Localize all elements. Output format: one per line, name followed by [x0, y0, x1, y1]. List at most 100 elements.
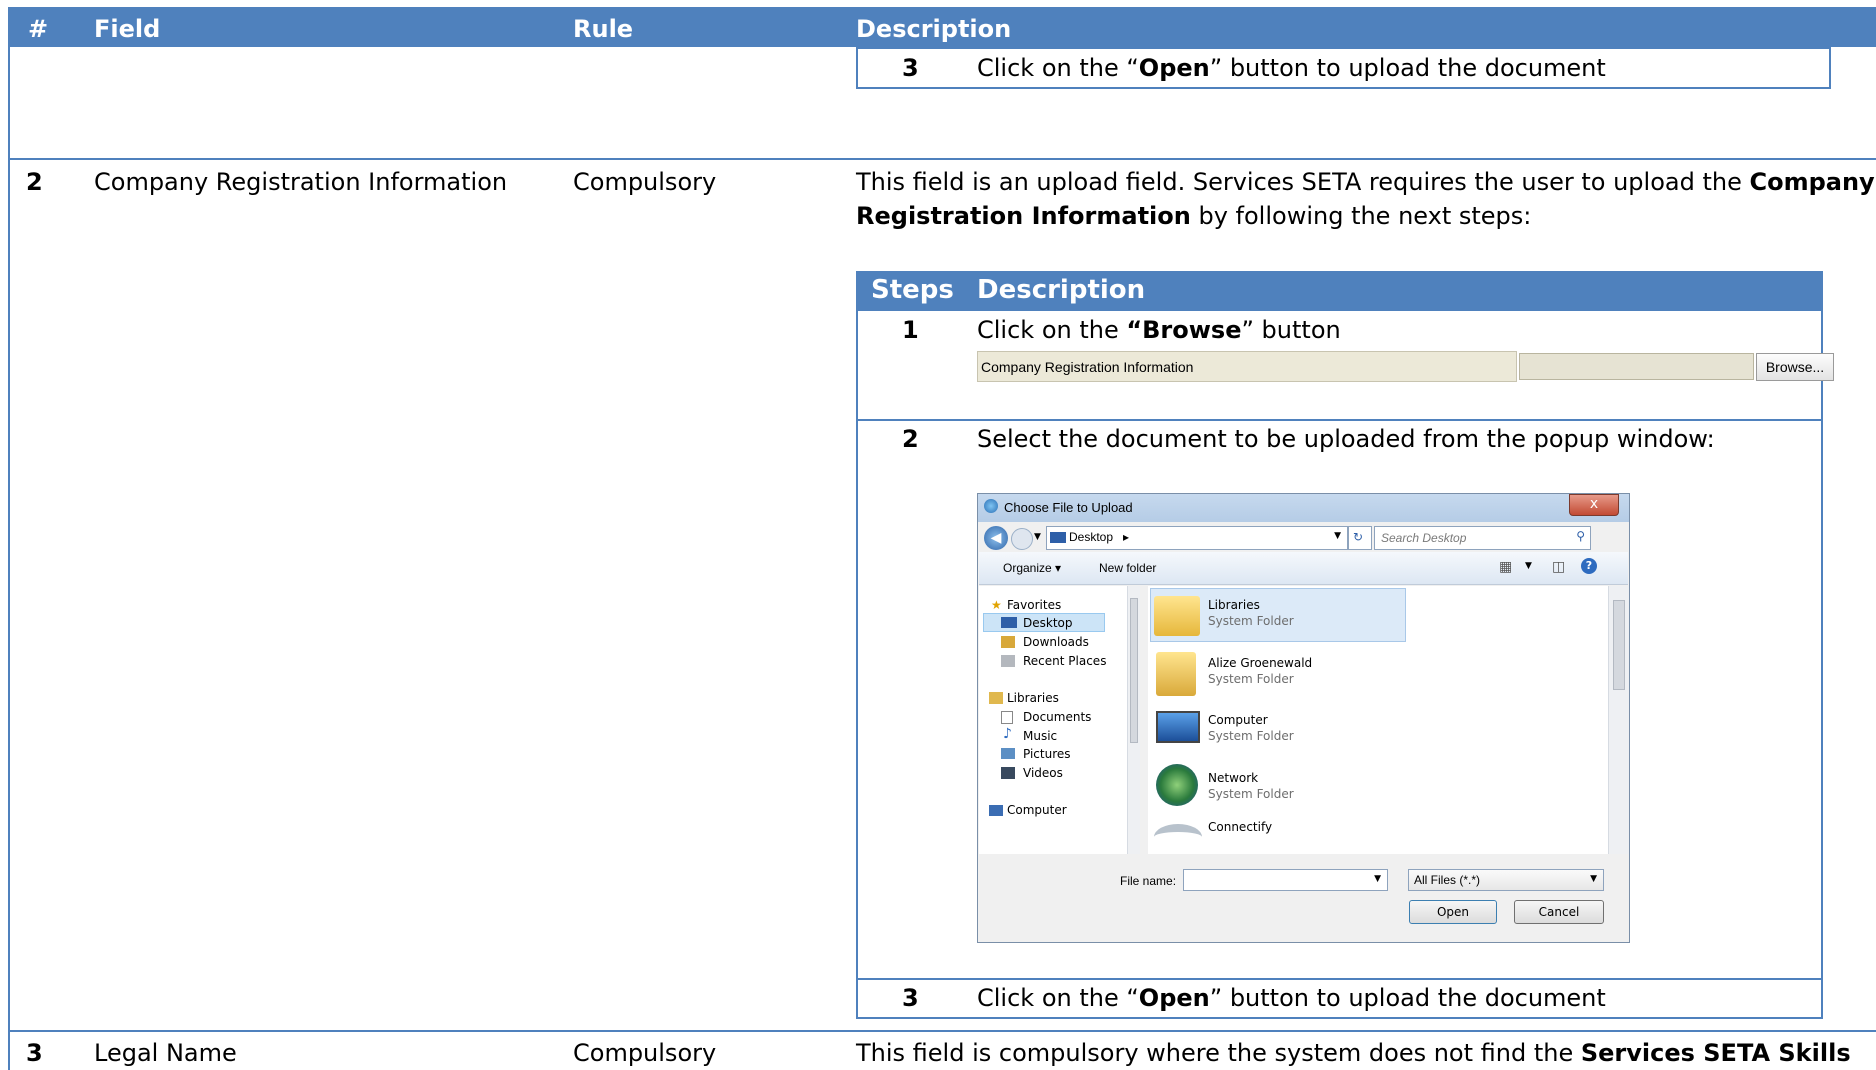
steps-bottom-border [856, 1017, 1823, 1019]
address-dropdown-icon[interactable]: ▼ [1334, 531, 1341, 541]
row-divider-2 [8, 1030, 1876, 1032]
videos-icon [1001, 767, 1015, 779]
header-field: Field [94, 15, 161, 43]
file-name-3[interactable]: Network [1208, 771, 1258, 785]
refresh-icon: ↻ [1353, 530, 1364, 544]
step3-bold: Open [1138, 984, 1210, 1012]
file-type-3: System Folder [1208, 787, 1294, 801]
file-upload-dialog: Choose File to Upload x ◀ ▼ Desktop ▸ ▼ … [977, 493, 1630, 943]
desktop-icon [1050, 532, 1066, 543]
row2-desc-bold1: Company [1749, 168, 1875, 196]
view-dropdown-icon[interactable]: ▼ [1525, 561, 1532, 571]
row2-rule: Compulsory [573, 168, 717, 196]
step1-bold: “Browse [1126, 316, 1242, 344]
address-text: Desktop [1069, 530, 1114, 544]
top-step-post: ” button to upload the document [1209, 54, 1606, 82]
back-arrow-icon[interactable]: ◀ [984, 526, 1008, 550]
dialog-title: Choose File to Upload [1004, 500, 1133, 515]
address-chevron-icon: ▸ [1123, 530, 1130, 544]
view-options-icon[interactable]: ▦ [1499, 559, 1512, 575]
network-icon [1156, 764, 1198, 806]
files-scrollbar-thumb[interactable] [1613, 600, 1625, 690]
file-name-4[interactable]: Connectify [1208, 820, 1272, 834]
nav-computer[interactable]: Computer [1007, 803, 1067, 817]
table-header: # Field Rule Description [8, 7, 1876, 47]
steps-divider-1 [856, 419, 1823, 421]
nav-desktop[interactable]: Desktop [1023, 616, 1073, 630]
new-folder-button[interactable]: New folder [1099, 561, 1156, 575]
favorites-star-icon: ★ [991, 598, 1002, 612]
file-name-0[interactable]: Libraries [1208, 598, 1260, 612]
dialog-titlebar: Choose File to Upload x [978, 494, 1629, 522]
user-folder-icon [1156, 652, 1196, 696]
documents-icon [1001, 711, 1013, 724]
help-icon[interactable]: ? [1581, 558, 1597, 574]
open-button[interactable]: Open [1409, 900, 1497, 924]
connectify-wifi-icon [1154, 824, 1202, 850]
row2-number: 2 [26, 168, 43, 196]
filename-input[interactable]: ▼ [1183, 869, 1388, 891]
nav-downloads[interactable]: Downloads [1023, 635, 1089, 649]
file-type-filter[interactable]: All Files (*.*) ▼ [1408, 869, 1604, 891]
top-step-bold: Open [1138, 54, 1210, 82]
browse-bar-label: Company Registration Information [981, 359, 1194, 375]
steps-right-border [1821, 311, 1823, 1019]
files-scrollbar[interactable] [1608, 586, 1629, 854]
filter-dropdown-icon[interactable]: ▼ [1590, 874, 1597, 884]
row2-desc-pre: This field is an upload field. Services … [856, 168, 1750, 196]
header-description: Description [856, 15, 1012, 43]
ie-icon [984, 499, 998, 513]
address-bar[interactable]: Desktop ▸ ▼ [1046, 526, 1348, 550]
nav-favorites[interactable]: Favorites [1007, 598, 1061, 612]
step1-post: ” button [1241, 316, 1341, 344]
pictures-icon [1001, 748, 1015, 759]
refresh-button[interactable]: ↻ [1348, 526, 1372, 550]
header-rule: Rule [573, 15, 634, 43]
filename-label: File name: [1120, 874, 1177, 888]
row3-desc-bold: Services SETA Skills [1580, 1039, 1851, 1067]
music-icon: ♪ [1003, 726, 1012, 742]
header-num: # [28, 15, 49, 43]
row3-number: 3 [26, 1039, 43, 1067]
computer-icon [1156, 711, 1200, 743]
organize-button[interactable]: Organize ▾ [1003, 561, 1061, 575]
row2-desc-bold2: Registration Information [856, 202, 1191, 230]
history-dropdown-icon[interactable]: ▼ [1034, 532, 1041, 542]
step1-pre: Click on the [977, 316, 1127, 344]
nav-recent-places[interactable]: Recent Places [1023, 654, 1106, 668]
nav-pictures[interactable]: Pictures [1023, 747, 1071, 761]
browse-button[interactable]: Browse... [1756, 353, 1834, 381]
computer-nav-icon [989, 805, 1003, 816]
steps-divider-2 [856, 978, 1823, 980]
preview-pane-icon[interactable]: ◫ [1552, 559, 1565, 575]
search-input[interactable]: Search Desktop ⚲ [1374, 526, 1591, 550]
step1-text: Click on the “Browse” button [977, 313, 1341, 347]
step2-text: Select the document to be uploaded from … [977, 425, 1715, 453]
step3-number: 3 [902, 984, 919, 1012]
filename-dropdown-icon[interactable]: ▼ [1374, 874, 1381, 884]
nav-scrollbar[interactable] [1127, 586, 1140, 854]
row3-field: Legal Name [94, 1039, 237, 1067]
file-type-0: System Folder [1208, 614, 1294, 628]
step3-pre: Click on the “ [977, 984, 1139, 1012]
file-type-filter-value: All Files (*.*) [1414, 873, 1481, 887]
file-name-2[interactable]: Computer [1208, 713, 1268, 727]
nav-videos[interactable]: Videos [1023, 766, 1063, 780]
nav-music[interactable]: Music [1023, 729, 1057, 743]
browse-file-input[interactable] [1519, 353, 1754, 380]
file-name-1[interactable]: Alize Groenewald [1208, 656, 1312, 670]
nav-documents[interactable]: Documents [1023, 710, 1091, 724]
file-type-2: System Folder [1208, 729, 1294, 743]
forward-arrow-icon[interactable] [1011, 528, 1033, 550]
search-placeholder: Search Desktop [1381, 531, 1467, 545]
nav-libraries[interactable]: Libraries [1007, 691, 1059, 705]
row3-desc-pre: This field is compulsory where the syste… [856, 1039, 1581, 1067]
cancel-button[interactable]: Cancel [1514, 900, 1604, 924]
row2-field: Company Registration Information [94, 168, 508, 196]
dialog-close-button[interactable]: x [1569, 494, 1619, 516]
nav-scrollbar-thumb[interactable] [1130, 598, 1138, 743]
step3-text: Click on the “Open” button to upload the… [977, 981, 1606, 1015]
file-list-pane: Libraries System Folder Alize Groenewald… [1148, 586, 1608, 854]
steps-header-steps: Steps [871, 275, 954, 305]
top-step-text: Click on the “Open” button to upload the… [977, 51, 1606, 85]
